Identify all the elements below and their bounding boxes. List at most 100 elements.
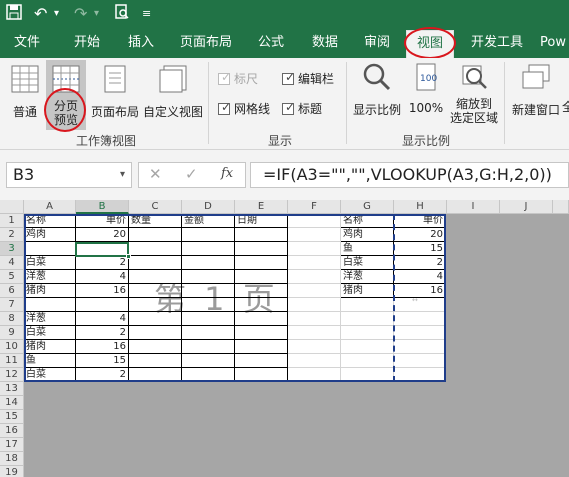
cell-c12[interactable] <box>129 368 182 382</box>
cell-d10[interactable] <box>182 340 235 354</box>
cell-f11[interactable] <box>288 354 341 368</box>
undo-icon[interactable]: ↶ <box>34 4 47 24</box>
cell-d6[interactable] <box>182 284 235 298</box>
cell-d4[interactable] <box>182 256 235 270</box>
cell-b8[interactable]: 4 <box>76 312 129 326</box>
cell-b12[interactable]: 2 <box>76 368 129 382</box>
row-header[interactable]: 8 <box>0 312 24 326</box>
cell-c9[interactable] <box>129 326 182 340</box>
cell-c10[interactable] <box>129 340 182 354</box>
cell-e4[interactable] <box>235 256 288 270</box>
cell-e6[interactable] <box>235 284 288 298</box>
cell-d3[interactable] <box>182 242 235 256</box>
column-header-d[interactable]: D <box>182 200 235 214</box>
formula-input[interactable]: =IF(A3="","",VLOOKUP(A3,G:H,2,0)) <box>250 162 569 188</box>
select-all-corner[interactable] <box>0 200 24 214</box>
cell-g8[interactable] <box>341 312 394 326</box>
save-icon[interactable] <box>6 4 22 25</box>
cell-g6[interactable]: 猪肉 <box>341 284 394 298</box>
row-header[interactable]: 16 <box>0 424 24 438</box>
cell-g7[interactable] <box>341 298 394 312</box>
row-header[interactable]: 18 <box>0 452 24 466</box>
customize-toolbar-icon[interactable]: ≡ <box>142 4 151 24</box>
cell-e9[interactable] <box>235 326 288 340</box>
cell-f6[interactable] <box>288 284 341 298</box>
zoom-button[interactable]: 显示比例 <box>352 62 402 118</box>
normal-view-button[interactable]: 普通 <box>8 64 42 120</box>
row-header[interactable]: 15 <box>0 410 24 424</box>
fill-handle[interactable] <box>126 254 131 259</box>
cell-e10[interactable] <box>235 340 288 354</box>
column-header-a[interactable]: A <box>24 200 76 214</box>
tab-data[interactable]: 数据 <box>302 30 348 58</box>
tab-developer[interactable]: 开发工具 <box>462 30 532 58</box>
cell-f5[interactable] <box>288 270 341 284</box>
cell-h5[interactable]: 4 <box>394 270 446 284</box>
name-box-dropdown-icon[interactable]: ▾ <box>120 163 125 187</box>
row-header[interactable]: 17 <box>0 438 24 452</box>
cell-a10[interactable]: 猪肉 <box>24 340 76 354</box>
cell-f2[interactable] <box>288 228 341 242</box>
row-header[interactable]: 1 <box>0 214 24 228</box>
column-header-i[interactable]: I <box>447 200 500 214</box>
cell-g3[interactable]: 鱼 <box>341 242 394 256</box>
cell-h3[interactable]: 15 <box>394 242 446 256</box>
cell-b7[interactable] <box>76 298 129 312</box>
cell-e5[interactable] <box>235 270 288 284</box>
cell-h4[interactable]: 2 <box>394 256 446 270</box>
row-header[interactable]: 2 <box>0 228 24 242</box>
cell-e7[interactable] <box>235 298 288 312</box>
cell-e12[interactable] <box>235 368 288 382</box>
row-header[interactable]: 7 <box>0 298 24 312</box>
active-cell-b3[interactable] <box>75 242 129 257</box>
tab-home[interactable]: 开始 <box>64 30 110 58</box>
row-header[interactable]: 14 <box>0 396 24 410</box>
cell-g2[interactable]: 鸡肉 <box>341 228 394 242</box>
cell-a9[interactable]: 白菜 <box>24 326 76 340</box>
row-header[interactable]: 13 <box>0 382 24 396</box>
cell-d2[interactable] <box>182 228 235 242</box>
cell-f3[interactable] <box>288 242 341 256</box>
cell-a1[interactable]: 名称 <box>24 214 76 228</box>
cell-d5[interactable] <box>182 270 235 284</box>
page-layout-view-button[interactable]: 页面布局 <box>90 64 140 120</box>
cell-e1[interactable]: 日期 <box>235 214 288 228</box>
cell-a5[interactable]: 洋葱 <box>24 270 76 284</box>
undo-dropdown-icon[interactable]: ▾ <box>54 4 59 24</box>
page-break-line[interactable] <box>393 214 395 382</box>
cell-c3[interactable] <box>129 242 182 256</box>
column-header-f[interactable]: F <box>288 200 341 214</box>
cell-c1[interactable]: 数量 <box>129 214 182 228</box>
cell-a8[interactable]: 洋葱 <box>24 312 76 326</box>
tab-insert[interactable]: 插入 <box>118 30 164 58</box>
row-header[interactable]: 6 <box>0 284 24 298</box>
column-header-c[interactable]: C <box>129 200 182 214</box>
cell-f12[interactable] <box>288 368 341 382</box>
arrange-all-button[interactable]: 全 <box>562 98 569 115</box>
cell-h6[interactable]: 16 <box>394 284 446 298</box>
tab-formulas[interactable]: 公式 <box>248 30 294 58</box>
formula-bar-checkbox[interactable]: ✓ 编辑栏 <box>282 70 334 87</box>
cell-a2[interactable]: 鸡肉 <box>24 228 76 242</box>
cell-b1[interactable]: 单价 <box>76 214 129 228</box>
cancel-icon[interactable]: ✕ <box>149 165 162 183</box>
cell-g1[interactable]: 名称 <box>341 214 394 228</box>
zoom-to-selection-button[interactable]: 缩放到 选定区域 <box>446 62 502 125</box>
row-header[interactable]: 3 <box>0 242 24 256</box>
ruler-checkbox[interactable]: ✓ 标尺 <box>218 70 258 87</box>
cell-f9[interactable] <box>288 326 341 340</box>
new-window-button[interactable]: 新建窗口 <box>508 62 564 118</box>
cell-b2[interactable]: 20 <box>76 228 129 242</box>
cell-g11[interactable] <box>341 354 394 368</box>
cell-h12[interactable] <box>394 368 446 382</box>
cell-b6[interactable]: 16 <box>76 284 129 298</box>
row-header[interactable]: 11 <box>0 354 24 368</box>
tab-review[interactable]: 审阅 <box>354 30 400 58</box>
row-header[interactable]: 19 <box>0 466 24 477</box>
column-header-h[interactable]: H <box>394 200 447 214</box>
cell-h8[interactable] <box>394 312 446 326</box>
cell-c8[interactable] <box>129 312 182 326</box>
cell-h2[interactable]: 20 <box>394 228 446 242</box>
cell-b5[interactable]: 4 <box>76 270 129 284</box>
cell-c4[interactable] <box>129 256 182 270</box>
